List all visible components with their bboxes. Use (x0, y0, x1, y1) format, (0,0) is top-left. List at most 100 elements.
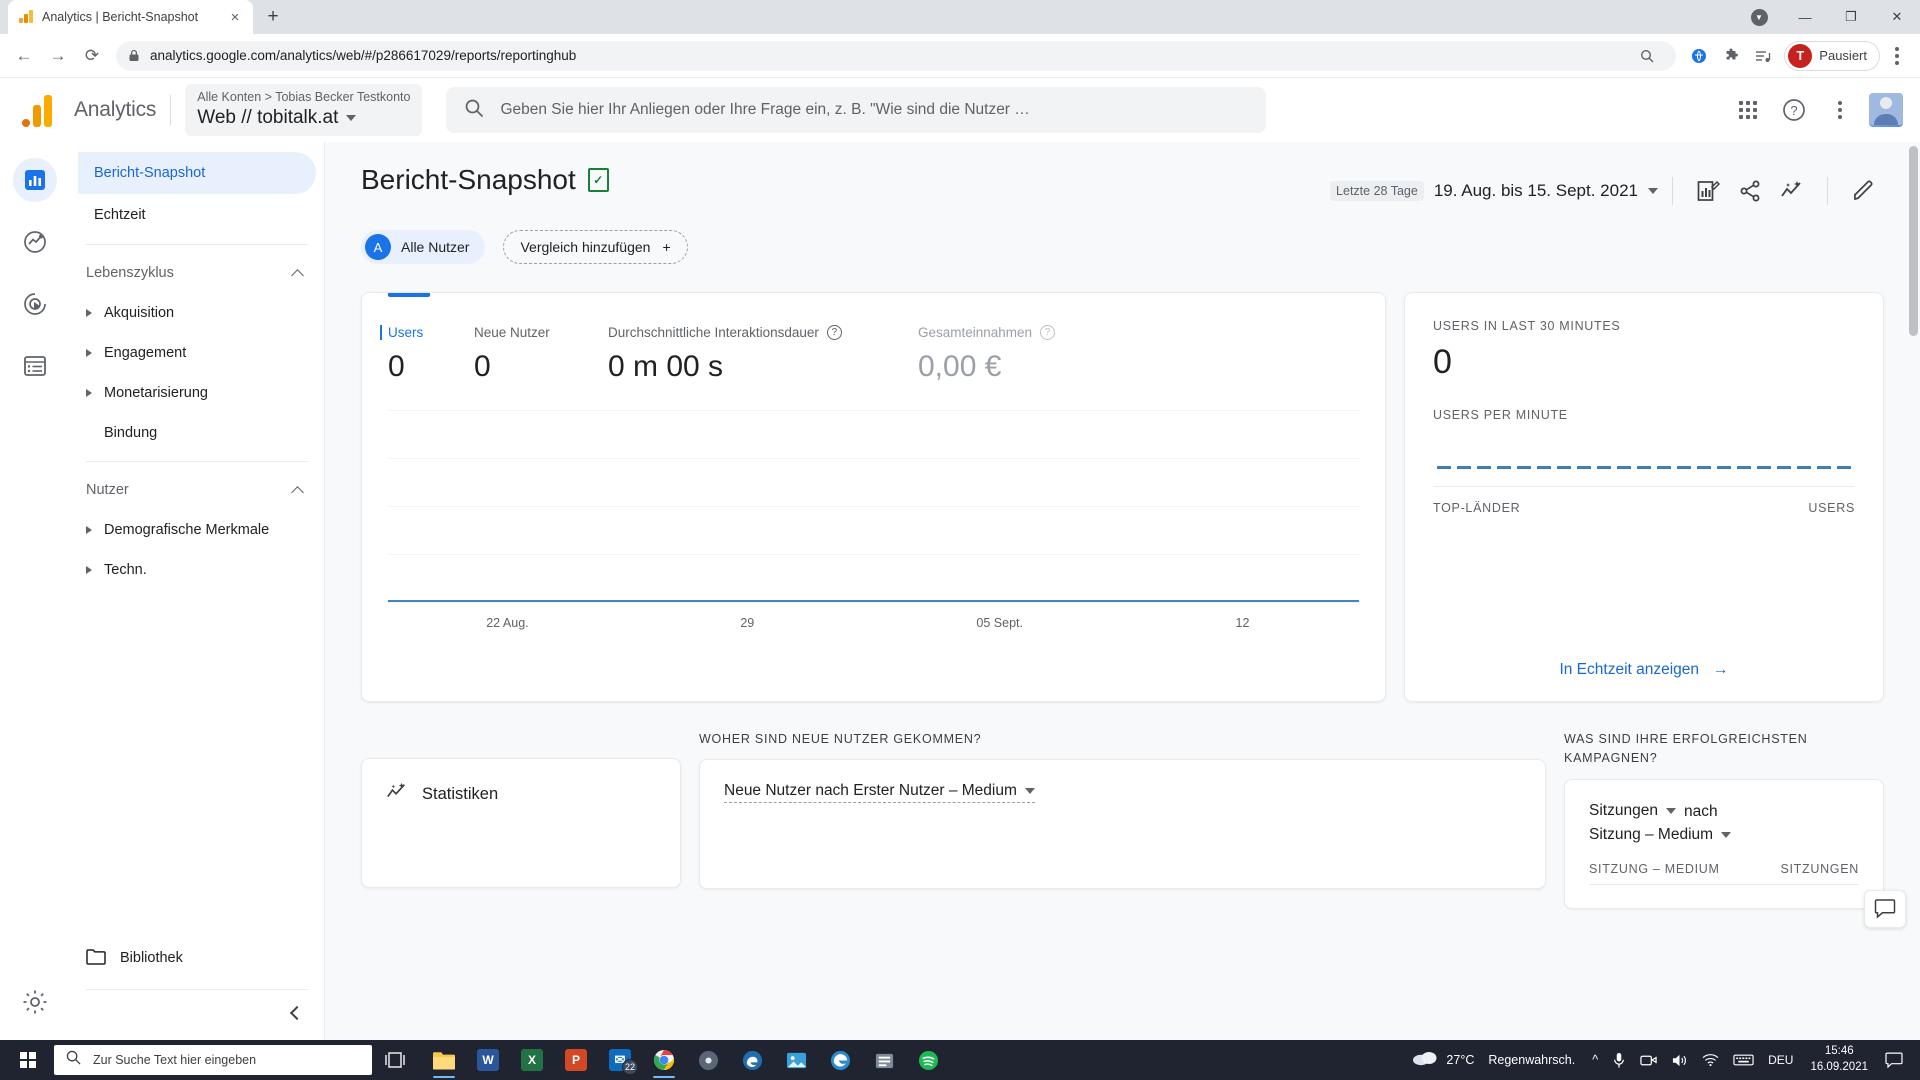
store-icon[interactable] (862, 1040, 906, 1080)
rail-item-advertising[interactable] (13, 282, 57, 326)
edit-pencil-icon[interactable] (1842, 170, 1884, 212)
profile-badge-icon[interactable]: ▼ (1736, 0, 1782, 34)
add-comparison-button[interactable]: Vergleich hinzufügen + (503, 230, 688, 264)
profile-chip[interactable]: T Pausiert (1784, 40, 1880, 71)
rail-item-reports[interactable] (13, 158, 57, 202)
edge-legacy-icon[interactable] (730, 1040, 774, 1080)
help-icon[interactable]: ? (1774, 90, 1814, 130)
chevron-up-icon[interactable]: ^ (1585, 1040, 1605, 1080)
customize-report-icon[interactable] (1687, 170, 1729, 212)
spotify-icon[interactable] (906, 1040, 950, 1080)
back-icon[interactable]: ← (8, 40, 40, 72)
camera-icon[interactable] (1633, 1040, 1664, 1080)
chevron-down-icon (1648, 188, 1658, 194)
chevron-down-icon[interactable] (346, 115, 357, 122)
sidebar-item-echtzeit[interactable]: Echtzeit (78, 194, 316, 236)
taskbar-search-input[interactable]: Zur Suche Text hier eingeben (54, 1045, 372, 1075)
reload-icon[interactable]: ⟳ (76, 40, 108, 72)
keyboard-icon[interactable] (1726, 1040, 1761, 1080)
close-icon[interactable]: × (227, 9, 243, 25)
address-bar[interactable]: analytics.google.com/analytics/web/#/p28… (116, 40, 1677, 71)
chrome-icon[interactable] (642, 1040, 686, 1080)
sidebar-item-engagement[interactable]: Engagement (70, 333, 324, 373)
property-selector[interactable]: Alle Konten > Tobias Becker Testkonto We… (185, 84, 423, 136)
more-vertical-icon[interactable] (1820, 90, 1860, 130)
sidebar-item-label: Bibliothek (120, 950, 183, 966)
metric-users[interactable]: Users 0 (380, 325, 474, 384)
sidebar-item-monetarisierung[interactable]: Monetarisierung (70, 373, 324, 413)
windows-start-icon[interactable] (4, 1040, 52, 1080)
gear-icon[interactable] (13, 980, 57, 1024)
app-wordmark: Analytics (74, 98, 157, 121)
insights-icon[interactable] (1771, 170, 1813, 212)
edge-icon[interactable] (818, 1040, 862, 1080)
photos-icon[interactable] (774, 1040, 818, 1080)
sidebar-item-techn[interactable]: Techn. (70, 550, 324, 590)
metric-label-row: Gesamteinnahmen ? (918, 325, 1056, 340)
rail-item-explore[interactable] (13, 220, 57, 264)
feedback-icon[interactable] (1864, 890, 1906, 928)
campaigns-metric-dropdown[interactable]: Sitzungen (1589, 802, 1676, 822)
mail-icon[interactable]: ✉ 22 (598, 1040, 642, 1080)
chip-all-users[interactable]: A Alle Nutzer (361, 230, 486, 264)
insights-card[interactable]: Statistiken (361, 758, 681, 888)
maximize-button[interactable]: ❐ (1828, 0, 1874, 34)
microphone-icon[interactable] (1605, 1040, 1633, 1080)
date-range-picker[interactable]: 19. Aug. bis 15. Sept. 2021 (1434, 181, 1658, 201)
volume-icon[interactable] (1664, 1040, 1695, 1080)
reading-list-icon[interactable] (1748, 41, 1778, 71)
scrollbar[interactable] (1909, 146, 1918, 336)
share-icon[interactable] (1729, 170, 1771, 212)
tab-title: Analytics | Bericht-Snapshot (42, 10, 199, 24)
triangle-right-icon (86, 389, 92, 397)
search-icon (66, 1050, 81, 1070)
metric-neue-nutzer[interactable]: Neue Nutzer 0 (474, 325, 608, 384)
metric-interaktionsdauer[interactable]: Durchschnittliche Interaktionsdauer ? 0 … (608, 325, 918, 384)
clock[interactable]: 15:46 16.09.2021 (1800, 1044, 1878, 1075)
profile-status-label: Pausiert (1819, 48, 1867, 63)
view-realtime-link[interactable]: In Echtzeit anzeigen → (1559, 661, 1728, 679)
chrome-menu-icon[interactable] (1882, 41, 1912, 71)
help-icon[interactable]: ? (1040, 325, 1056, 340)
browser-tab[interactable]: Analytics | Bericht-Snapshot × (8, 0, 253, 34)
task-view-icon[interactable] (372, 1040, 418, 1080)
translate-icon[interactable] (1684, 41, 1714, 71)
sidebar-item-label: Akquisition (104, 305, 175, 321)
powerpoint-icon[interactable]: P (554, 1040, 598, 1080)
window-controls: ▼ — ❐ ✕ (1736, 0, 1920, 34)
metric-gesamteinnahmen[interactable]: Gesamteinnahmen ? 0,00 € (918, 325, 1089, 384)
sidebar-item-bibliothek[interactable]: Bibliothek (70, 935, 324, 981)
excel-icon[interactable]: X (510, 1040, 554, 1080)
campaigns-dimension-dropdown[interactable]: Sitzung – Medium (1589, 826, 1732, 846)
sidebar-item-demografische-merkmale[interactable]: Demografische Merkmale (70, 510, 324, 550)
sidebar-collapse-button[interactable] (70, 998, 324, 1032)
sidebar-item-bericht-snapshot[interactable]: Bericht-Snapshot (78, 152, 316, 194)
user-avatar[interactable] (1866, 90, 1906, 130)
search-input[interactable]: Geben Sie hier Ihr Anliegen oder Ihre Fr… (446, 87, 1267, 133)
wifi-icon[interactable] (1695, 1040, 1726, 1080)
forward-icon[interactable]: → (42, 40, 74, 72)
acquisition-dimension-dropdown[interactable]: Neue Nutzer nach Erster Nutzer – Medium (724, 782, 1035, 804)
sidebar-group-lebenszyklus[interactable]: Lebenszyklus (70, 253, 324, 293)
chart-series-line (388, 599, 1359, 602)
sidebar-item-bindung[interactable]: Bindung (70, 413, 324, 453)
sidebar-group-nutzer[interactable]: Nutzer (70, 470, 324, 510)
sidebar-item-akquisition[interactable]: Akquisition (70, 293, 324, 333)
disc-icon[interactable] (686, 1040, 730, 1080)
weather-widget[interactable]: 27°C Regenwahrsch. (1402, 1040, 1585, 1080)
rail-item-configure[interactable] (13, 344, 57, 388)
zoom-icon[interactable] (1640, 49, 1654, 63)
notification-icon[interactable] (1878, 1040, 1910, 1080)
sidebar-item-label: Echtzeit (94, 207, 146, 223)
apps-grid-icon[interactable] (1728, 90, 1768, 130)
new-tab-button[interactable]: + (259, 3, 287, 31)
minimize-button[interactable]: — (1782, 0, 1828, 34)
language-indicator[interactable]: DEU (1761, 1040, 1800, 1080)
cards-row-bottom: Statistiken WOHER SIND NEUE NUTZER GEKOM… (361, 730, 1884, 909)
file-explorer-icon[interactable] (422, 1040, 466, 1080)
close-window-button[interactable]: ✕ (1874, 0, 1920, 34)
help-icon[interactable]: ? (826, 325, 842, 340)
word-icon[interactable]: W (466, 1040, 510, 1080)
extensions-icon[interactable] (1716, 41, 1746, 71)
x-axis-tick: 05 Sept. (976, 616, 1024, 631)
